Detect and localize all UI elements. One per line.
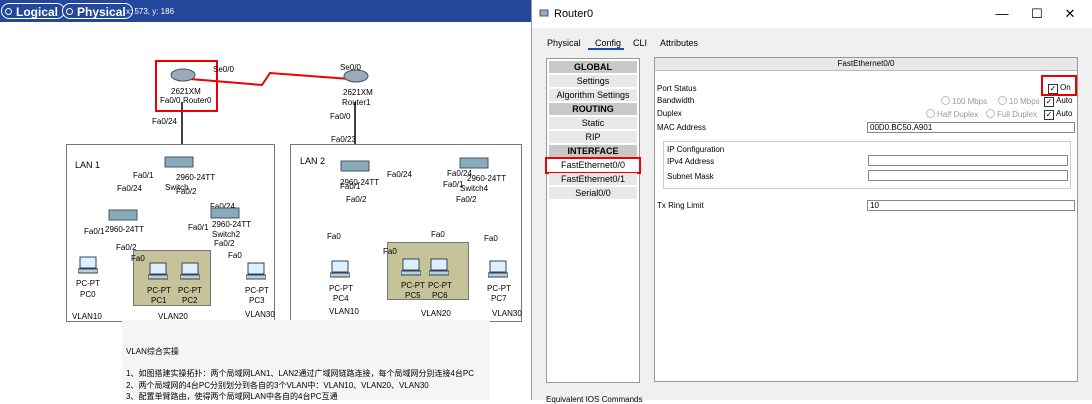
pc-icon	[147, 262, 169, 280]
full-duplex-radio[interactable]: Full Duplex	[986, 109, 1037, 119]
bandwidth-10-radio[interactable]: 10 Mbps	[998, 96, 1040, 106]
maximize-button[interactable]: ☐	[1027, 5, 1047, 23]
interface-panel: FastEthernet0/0 Port Status ✓ On Bandwidt…	[654, 57, 1078, 382]
tab-config[interactable]: Config	[595, 38, 621, 48]
switch-icon	[210, 207, 240, 219]
fa00-selection	[545, 157, 641, 174]
sidebar-item-algorithm[interactable]: Algorithm Settings	[549, 89, 637, 102]
pc-icon	[179, 262, 201, 280]
tab-attributes[interactable]: Attributes	[660, 38, 698, 48]
half-duplex-radio[interactable]: Half Duplex	[926, 109, 978, 119]
notes-title: VLAN综合实操	[126, 347, 179, 356]
tab-cli[interactable]: CLI	[633, 38, 647, 48]
switch-icon	[459, 157, 489, 169]
physical-mode-button[interactable]: Physical	[62, 3, 133, 19]
mac-label: MAC Address	[657, 123, 706, 132]
router-app-icon	[539, 8, 549, 18]
pc3[interactable]	[245, 262, 267, 282]
pc-icon	[428, 258, 450, 276]
pc4[interactable]	[329, 260, 351, 280]
duplex-auto-checkbox[interactable]: ✓ Auto	[1044, 109, 1072, 120]
workspace-toolbar: Logical Physical x: 573, y: 186	[0, 0, 531, 22]
window-titlebar[interactable]: Router0 — ☐ ✕	[532, 0, 1092, 28]
sidebar-item-static[interactable]: Static	[549, 117, 637, 130]
ipv4-address-input[interactable]	[868, 155, 1068, 166]
lan2-vlan20-area	[387, 242, 469, 300]
router0[interactable]	[170, 68, 196, 84]
pc-icon	[245, 262, 267, 280]
sidebar-head-global: GLOBAL	[549, 61, 637, 74]
bandwidth-label: Bandwidth	[657, 96, 695, 105]
pc5[interactable]	[400, 258, 422, 278]
physical-icon	[66, 8, 73, 15]
notes-line3: 3、配置单臂路由，使得两个局域网LAN中各自的4台PC互通	[126, 392, 338, 400]
minimize-button[interactable]: —	[992, 5, 1012, 23]
tx-ring-input[interactable]: 10	[867, 200, 1075, 211]
bandwidth-100-radio[interactable]: 100 Mbps	[941, 96, 987, 106]
pc-icon	[400, 258, 422, 276]
sidebar-item-rip[interactable]: RIP	[549, 131, 637, 144]
lan1-core-switch[interactable]	[164, 156, 194, 170]
sidebar-item-serial0-0[interactable]: Serial0/0	[549, 187, 637, 200]
sidebar-head-routing: ROUTING	[549, 103, 637, 116]
tab-physical[interactable]: Physical	[547, 38, 581, 48]
notes-line2: 2、两个局域网的4台PC分别划分到各自的3个VLAN中：VLAN10、VLAN2…	[126, 381, 429, 390]
logical-mode-button[interactable]: Logical	[1, 3, 66, 19]
pc7[interactable]	[487, 260, 509, 280]
lan2-left-switch[interactable]	[340, 160, 370, 174]
pc1[interactable]	[147, 262, 169, 282]
duplex-label: Duplex	[657, 109, 682, 118]
panel-header: FastEthernet0/0	[655, 58, 1077, 71]
port-status-label: Port Status	[657, 84, 697, 93]
pc2[interactable]	[179, 262, 201, 282]
ip-configuration-group: IP Configuration IPv4 Address Subnet Mas…	[663, 141, 1071, 189]
logical-icon	[5, 8, 12, 15]
router-icon	[170, 68, 196, 82]
pc-icon	[329, 260, 351, 278]
switch-icon	[340, 160, 370, 172]
ipv4-label: IPv4 Address	[667, 157, 715, 166]
close-button[interactable]: ✕	[1060, 5, 1080, 23]
switch-icon	[108, 209, 138, 221]
sidebar-item-fastethernet0-1[interactable]: FastEthernet0/1	[549, 173, 637, 186]
tx-ring-label: Tx Ring Limit	[657, 201, 704, 210]
bandwidth-auto-checkbox[interactable]: ✓ Auto	[1044, 96, 1072, 107]
pc6[interactable]	[428, 258, 450, 278]
subnet-mask-input[interactable]	[868, 170, 1068, 181]
sidebar-item-settings[interactable]: Settings	[549, 75, 637, 88]
ip-config-label: IP Configuration	[667, 145, 725, 154]
check-icon: ✓	[1048, 84, 1058, 94]
window-title: Router0	[554, 8, 594, 20]
pc-icon	[77, 256, 99, 274]
port-status-toggle[interactable]: ✓ On	[1048, 83, 1071, 94]
config-sidebar: GLOBAL Settings Algorithm Settings ROUTI…	[545, 58, 641, 383]
task-notes: VLAN综合实操 1、如图搭建实操拓扑：两个局域网LAN1、LAN2通过广域网链…	[122, 320, 490, 400]
lan1-left-switch[interactable]	[108, 209, 138, 223]
pc-icon	[487, 260, 509, 278]
switch-icon	[164, 156, 194, 168]
pc0[interactable]	[77, 256, 99, 276]
router-config-window[interactable]: Router0 — ☐ ✕ Physical Config CLI Attrib…	[531, 0, 1092, 404]
logical-workspace[interactable]: Logical Physical x: 573, y: 186 Se0/0 26…	[0, 0, 531, 400]
cursor-coordinates: x: 573, y: 186	[126, 7, 175, 16]
mac-address-field[interactable]: 00D0.BC50.A901	[867, 122, 1075, 133]
lan1-right-switch[interactable]	[210, 207, 240, 221]
subnet-mask-label: Subnet Mask	[667, 172, 714, 181]
notes-line1: 1、如图搭建实操拓扑：两个局域网LAN1、LAN2通过广域网链路连接，每个局域网…	[126, 369, 475, 378]
active-tab-indicator	[588, 48, 624, 50]
